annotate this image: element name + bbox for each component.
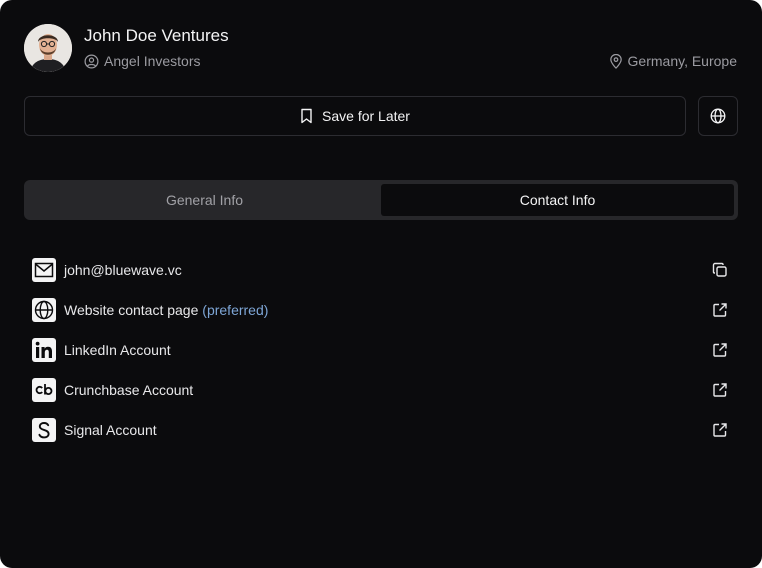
investor-type-label: Angel Investors [104,53,201,69]
tab-general-info[interactable]: General Info [28,184,381,216]
contact-row-email: john@bluewave.vc [32,258,730,282]
investor-name: John Doe Ventures [84,26,229,45]
contact-label: Crunchbase Account [64,382,194,398]
avatar-photo [24,24,72,72]
contact-label: Signal Account [64,422,157,438]
location: Germany, Europe [609,53,737,69]
crunchbase-icon [32,378,56,402]
copy-icon[interactable] [710,260,730,280]
tab-contact-info[interactable]: Contact Info [381,184,734,216]
website-label: Website contact page [64,302,199,318]
external-link-icon[interactable] [710,340,730,360]
map-pin-icon [609,53,622,69]
contact-row-linkedin: LinkedIn Account [32,338,730,362]
investor-type: Angel Investors [84,53,201,69]
contact-row-crunchbase: Crunchbase Account [32,378,730,402]
external-link-icon[interactable] [710,300,730,320]
contact-row-website: Website contact page (preferred) [32,298,730,322]
mail-icon [32,258,56,282]
contact-label: Website contact page (preferred) [64,302,268,318]
website-button[interactable] [698,96,738,136]
globe-icon [710,108,726,124]
contact-row-signal: Signal Account [32,418,730,442]
save-for-later-button[interactable]: Save for Later [24,96,686,136]
bookmark-icon [301,108,312,124]
contact-label: LinkedIn Account [64,342,171,358]
avatar [24,24,72,72]
globe-icon [32,298,56,322]
info-tabs: General Info Contact Info [24,180,738,220]
investor-card: John Doe Ventures Angel Investors German… [0,0,762,568]
contact-label: john@bluewave.vc [64,262,182,278]
external-link-icon[interactable] [710,380,730,400]
signal-icon [32,418,56,442]
preferred-note: (preferred) [202,302,269,318]
location-label: Germany, Europe [627,53,737,69]
external-link-icon[interactable] [710,420,730,440]
user-circle-icon [84,54,99,68]
save-for-later-label: Save for Later [322,108,410,124]
linkedin-icon [32,338,56,362]
